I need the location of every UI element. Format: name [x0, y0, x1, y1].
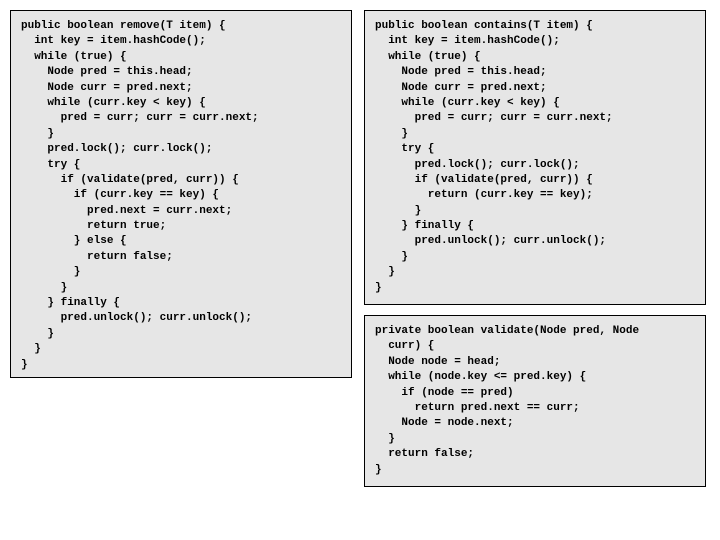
validate-method: private boolean validate(Node pred, Node…	[364, 315, 706, 487]
remove-method: public boolean remove(T item) { int key …	[10, 10, 352, 378]
code-container: public boolean remove(T item) { int key …	[10, 10, 710, 487]
left-column: public boolean remove(T item) { int key …	[10, 10, 352, 487]
right-column: public boolean contains(T item) { int ke…	[364, 10, 706, 487]
contains-method: public boolean contains(T item) { int ke…	[364, 10, 706, 305]
